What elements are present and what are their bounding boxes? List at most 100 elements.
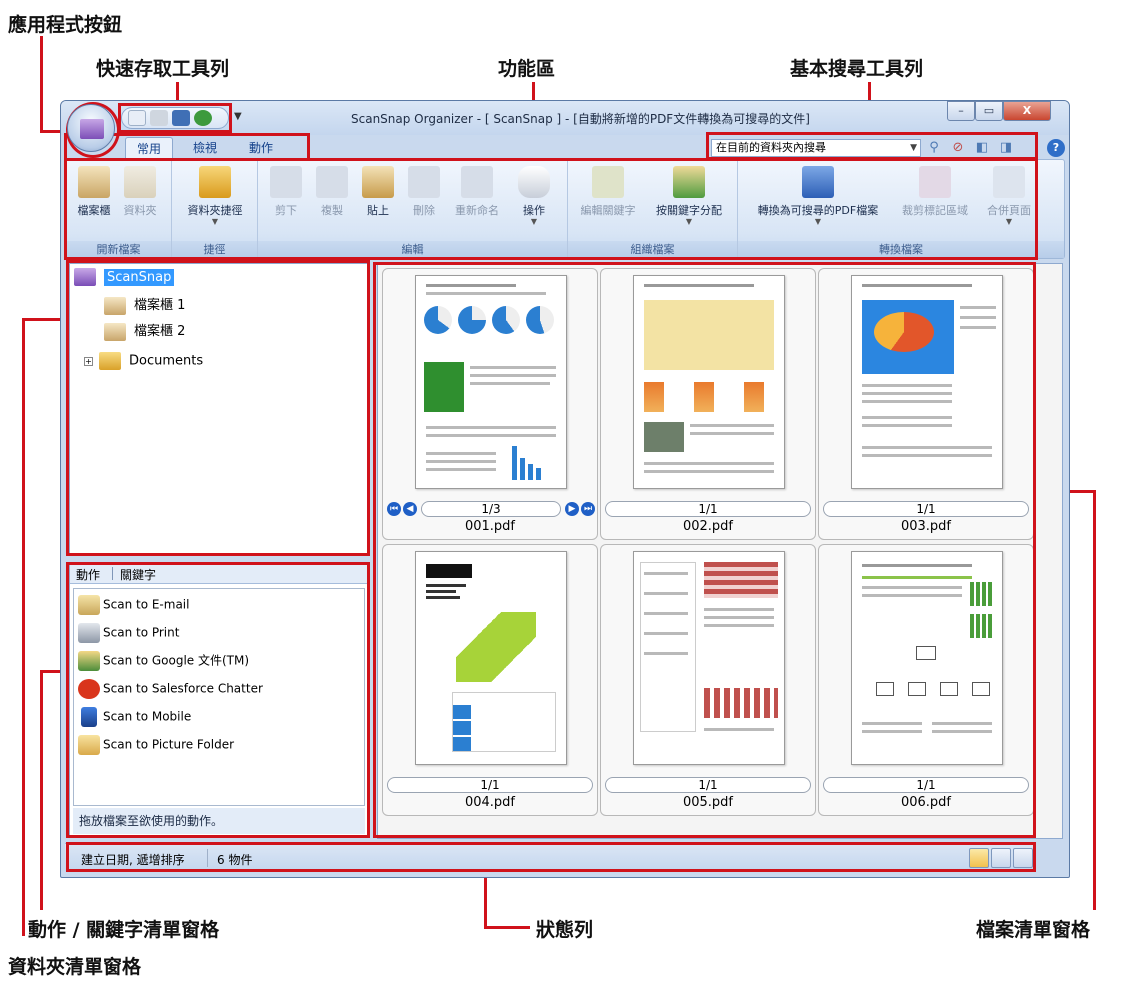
ribbon-group-shortcut: 資料夾捷徑 ▼ 捷徑	[172, 160, 258, 260]
tree-item-cabinet-1[interactable]: 檔案櫃 1	[104, 294, 185, 315]
action-label: Scan to E-mail	[103, 597, 190, 612]
application-button[interactable]	[67, 104, 115, 152]
email-icon	[78, 595, 100, 615]
leader-action-v	[40, 670, 43, 910]
distribute-icon	[673, 166, 705, 198]
rename-icon	[461, 166, 493, 198]
next-result-icon[interactable]: ◨	[997, 139, 1015, 157]
action-scan-to-print[interactable]: Scan to Print	[78, 623, 179, 643]
page-indicator: 1/1	[605, 501, 811, 517]
tree-root-scansnap[interactable]: ScanSnap	[74, 268, 175, 286]
action-label: Scan to Mobile	[103, 709, 192, 724]
folder-shortcut-button[interactable]: 資料夾捷徑 ▼	[180, 166, 250, 226]
file-card-005[interactable]: 1/1 005.pdf	[600, 544, 816, 816]
ribbon: 檔案櫃 資料夾 開新檔案 資料夾捷徑 ▼ 捷徑 剪下 複製 貼上 刪除 重新命名…	[65, 159, 1065, 260]
qat-customize-icon[interactable]: ▼	[234, 111, 242, 122]
previous-result-icon[interactable]: ◧	[973, 139, 991, 157]
thumbnail-view-icon[interactable]	[969, 848, 989, 868]
action-scan-to-email[interactable]: Scan to E-mail	[78, 595, 189, 615]
close-button[interactable]: X	[1003, 101, 1051, 121]
copy-icon	[316, 166, 348, 198]
rename-button[interactable]: 重新命名	[450, 166, 504, 218]
callout-folder-pane: 資料夾清單窗格	[8, 956, 142, 978]
next-page-icon[interactable]: ▶	[565, 502, 579, 516]
minimize-button[interactable]: –	[947, 101, 975, 121]
cut-label: 剪下	[275, 204, 297, 217]
action-hint-text: 拖放檔案至欲使用的動作。	[73, 808, 365, 834]
new-folder-button[interactable]: 資料夾	[120, 166, 160, 218]
tab-divider	[112, 567, 113, 580]
edit-keyword-label: 編輯關鍵字	[580, 204, 636, 217]
google-docs-icon	[78, 651, 100, 671]
cut-button[interactable]: 剪下	[266, 166, 306, 218]
operate-label: 操作	[523, 204, 545, 217]
clear-search-icon[interactable]: ⊘	[949, 139, 967, 157]
convert-searchable-pdf-button[interactable]: 轉換為可搜尋的PDF檔案 ▼	[746, 166, 890, 226]
action-scan-to-picture-folder[interactable]: Scan to Picture Folder	[78, 735, 234, 755]
undo-icon[interactable]	[172, 110, 190, 126]
action-scan-to-mobile[interactable]: Scan to Mobile	[78, 707, 191, 727]
cabinet-icon	[104, 296, 126, 315]
new-cabinet-button[interactable]: 檔案櫃	[74, 166, 114, 218]
previous-page-icon[interactable]: ◀	[403, 502, 417, 516]
search-scope-select[interactable]: 在目前的資料夾內搜尋 ▼	[711, 139, 921, 157]
help-icon[interactable]: ?	[1047, 139, 1065, 157]
thumbnail-004	[415, 551, 567, 765]
list-view-icon[interactable]	[991, 848, 1011, 868]
callout-file-pane: 檔案清單窗格	[976, 919, 1091, 941]
last-page-icon[interactable]: ⏭	[581, 502, 595, 516]
callout-status-bar: 狀態列	[536, 919, 594, 941]
tab-view[interactable]: 檢視	[181, 137, 229, 159]
action-keyword-pane: 動作 關鍵字 Scan to E-mail Scan to Print Scan…	[69, 563, 369, 837]
preview-view-icon[interactable]	[1013, 848, 1033, 868]
file-card-004[interactable]: 1/1 004.pdf	[382, 544, 598, 816]
new-cabinet-label: 檔案櫃	[77, 204, 111, 217]
operate-button[interactable]: 操作 ▼	[512, 166, 556, 226]
picture-folder-icon	[78, 735, 100, 755]
callout-ribbon: 功能區	[498, 58, 556, 80]
action-scan-to-salesforce[interactable]: Scan to Salesforce Chatter	[78, 679, 263, 699]
first-page-icon[interactable]: ⏮	[387, 502, 401, 516]
new-folder-label: 資料夾	[123, 204, 157, 217]
tab-home[interactable]: 常用	[125, 137, 173, 159]
refresh-icon[interactable]	[194, 110, 212, 126]
crop-marked-area-button[interactable]: 裁剪標記區域	[896, 166, 974, 218]
print-icon[interactable]	[150, 110, 168, 126]
search-icon[interactable]: ⚲	[925, 139, 943, 157]
action-scan-to-google-docs[interactable]: Scan to Google 文件(TM)	[78, 651, 249, 671]
scan-icon[interactable]	[128, 110, 146, 126]
page-number: 1/1	[916, 502, 936, 516]
file-card-002[interactable]: 1/1 002.pdf	[600, 268, 816, 540]
distribute-by-keyword-button[interactable]: 按關鍵字分配 ▼	[648, 166, 730, 226]
merge-pages-button[interactable]: 合併頁面 ▼	[978, 166, 1040, 226]
file-list-pane: ⏮ ◀ 1/3 ▶ ⏭ 001.pdf 1/1 002.pdf 1/1 003.…	[377, 263, 1063, 839]
maximize-button[interactable]: ▭	[975, 101, 1003, 121]
leader-status-v	[484, 870, 487, 928]
expand-plus-icon[interactable]: +	[84, 356, 93, 366]
copy-button[interactable]: 複製	[312, 166, 352, 218]
action-label: Scan to Salesforce Chatter	[103, 681, 263, 696]
tab-actions[interactable]: 動作	[76, 566, 100, 583]
delete-button[interactable]: 刪除	[404, 166, 444, 218]
file-name: 006.pdf	[900, 795, 952, 810]
dropdown-arrow-icon: ▼	[685, 217, 693, 226]
file-name: 005.pdf	[682, 795, 734, 810]
crop-icon	[919, 166, 951, 198]
file-card-006[interactable]: 1/1 006.pdf	[818, 544, 1034, 816]
dropdown-arrow-icon: ▼	[530, 217, 538, 226]
tree-label-cabinet-1: 檔案櫃 1	[134, 298, 186, 313]
sort-status: 建立日期, 遞增排序	[81, 853, 185, 867]
file-card-003[interactable]: 1/1 003.pdf	[818, 268, 1034, 540]
tab-action[interactable]: 動作	[237, 137, 285, 159]
ribbon-group-convert: 轉換為可搜尋的PDF檔案 ▼ 裁剪標記區域 合併頁面 ▼ 轉換檔案	[738, 160, 1064, 260]
tree-item-documents[interactable]: + Documents	[84, 352, 203, 370]
file-card-001[interactable]: ⏮ ◀ 1/3 ▶ ⏭ 001.pdf	[382, 268, 598, 540]
leader-file-v	[1093, 490, 1096, 910]
tree-item-cabinet-2[interactable]: 檔案櫃 2	[104, 320, 185, 341]
group-label-edit: 編輯	[258, 241, 567, 258]
edit-keyword-button[interactable]: 編輯關鍵字	[576, 166, 640, 218]
tab-keywords[interactable]: 關鍵字	[120, 566, 156, 583]
mobile-icon	[81, 707, 97, 727]
paste-button[interactable]: 貼上	[358, 166, 398, 218]
quick-access-toolbar	[121, 107, 229, 129]
